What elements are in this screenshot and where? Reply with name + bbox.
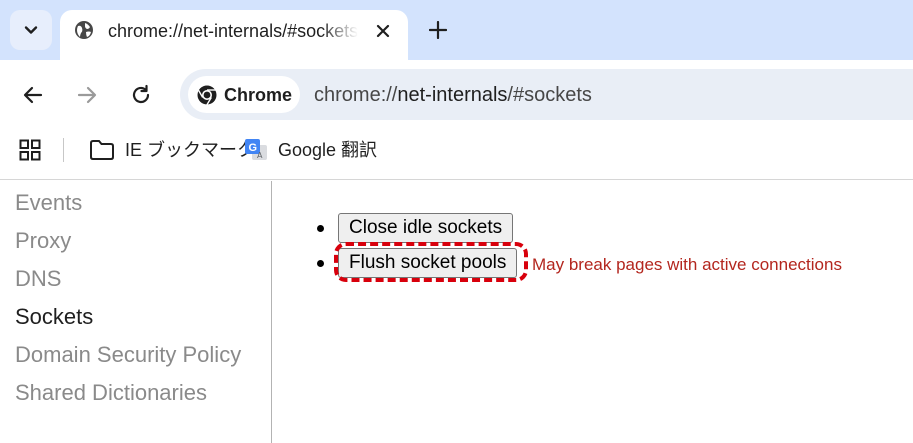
- reload-icon: [132, 84, 150, 104]
- toolbar: Chrome chrome://net-internals/#sockets: [0, 60, 913, 130]
- forward-button[interactable]: [72, 80, 102, 110]
- bookmark-google-translate[interactable]: G A Google 翻訳: [244, 138, 377, 162]
- bookmarks-separator: [63, 138, 64, 162]
- folder-icon: [90, 140, 114, 160]
- url-text[interactable]: chrome://net-internals/#sockets: [314, 83, 592, 107]
- flush-warning-text: May break pages with active connections: [532, 255, 842, 274]
- chip-label: Chrome: [224, 85, 293, 105]
- bookmark-label: Google 翻訳: [278, 140, 378, 160]
- chrome-logo-icon: [197, 85, 217, 105]
- url-host: net-internals: [397, 84, 508, 106]
- close-icon: [376, 24, 390, 38]
- back-button[interactable]: [18, 80, 48, 110]
- list-bullet: [317, 225, 324, 232]
- sidebar: Events Proxy DNS Sockets Domain Security…: [0, 181, 272, 443]
- site-info-chip[interactable]: Chrome: [188, 76, 300, 113]
- tab-close-button[interactable]: [372, 20, 394, 42]
- tab-strip: chrome://net-internals/#sockets: [0, 0, 913, 60]
- new-tab-button[interactable]: [424, 16, 452, 44]
- reload-button[interactable]: [126, 80, 156, 110]
- list-bullet: [317, 260, 324, 267]
- address-bar[interactable]: Chrome chrome://net-internals/#sockets: [180, 69, 913, 120]
- active-tab[interactable]: chrome://net-internals/#sockets: [60, 10, 408, 60]
- google-translate-icon: G A: [245, 139, 267, 160]
- arrow-right-icon: [77, 86, 97, 104]
- sidebar-item-events[interactable]: Events: [15, 190, 82, 216]
- tab-search-button[interactable]: [10, 10, 52, 50]
- bookmark-folder-ie[interactable]: IE ブックマーク: [89, 138, 255, 162]
- svg-text:A: A: [257, 151, 263, 160]
- sidebar-item-dns[interactable]: DNS: [15, 266, 61, 292]
- bookmarks-bar: IE ブックマーク G A Google 翻訳: [0, 130, 913, 180]
- bookmark-label: IE ブックマーク: [125, 140, 256, 160]
- sidebar-item-domain-security-policy[interactable]: Domain Security Policy: [15, 342, 241, 368]
- globe-icon: [75, 21, 93, 39]
- sidebar-item-sockets[interactable]: Sockets: [15, 304, 93, 330]
- close-idle-sockets-button[interactable]: Close idle sockets: [338, 213, 514, 243]
- plus-icon: [429, 21, 447, 39]
- highlight-annotation: [334, 242, 528, 282]
- tab-title: chrome://net-internals/#sockets: [108, 21, 358, 41]
- sidebar-item-shared-dictionaries[interactable]: Shared Dictionaries: [15, 380, 207, 406]
- arrow-left-icon: [23, 86, 43, 104]
- sidebar-item-proxy[interactable]: Proxy: [15, 228, 71, 254]
- chevron-down-icon: [24, 26, 38, 34]
- svg-text:G: G: [249, 142, 258, 154]
- url-path: /#sockets: [507, 84, 592, 106]
- apps-grid-icon[interactable]: [19, 139, 41, 161]
- url-scheme: chrome://: [314, 84, 398, 106]
- sockets-panel: Close idle sockets Flush socket pools Ma…: [273, 181, 913, 443]
